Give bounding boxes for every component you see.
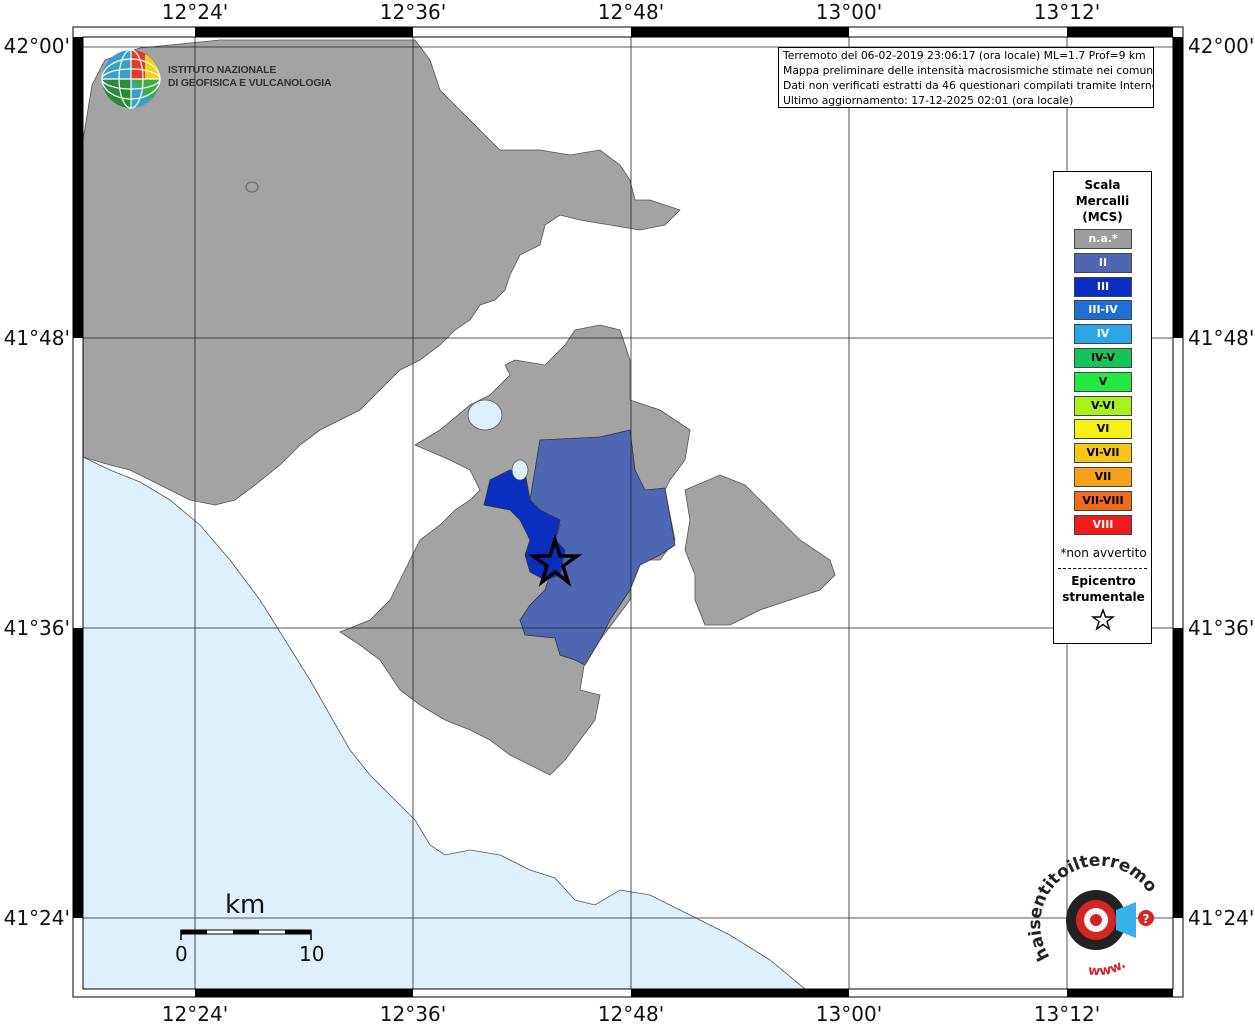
legend-items: n.a.* II III III-IV IV IV-V V V-VI VI VI-VII VII VI… [1074, 229, 1132, 538]
legend-item-11: VII-VIII [1074, 490, 1132, 511]
lon-label-bottom-5: 13°12' [1033, 1002, 1101, 1026]
ingv-globe-logo [101, 49, 161, 109]
scale-bar-graphic [180, 929, 312, 940]
legend-item-4: IV [1074, 324, 1132, 345]
lon-label-top-2: 12°36' [379, 0, 447, 24]
legend-title-line1: Scala [1084, 178, 1121, 192]
legend-item-7: V-VI [1074, 395, 1132, 416]
legend-separator [1058, 568, 1147, 569]
lat-label-left-4: 41°24' [3, 906, 70, 930]
lon-label-top-3: 12°48' [597, 0, 665, 24]
event-info-line2: Mappa preliminare delle intensità macros… [783, 64, 1153, 77]
scale-unit: km [225, 890, 266, 920]
lake-albano [467, 399, 503, 431]
legend-item-9: VI-VII [1074, 443, 1132, 464]
legend-star-icon [1091, 608, 1115, 631]
ingv-name-line1: ISTITUTO NAZIONALE [168, 64, 277, 76]
lon-label-bottom-3: 12°48' [597, 1002, 665, 1026]
event-info-line4: Ultimo aggiornamento: 17-12-2025 02:01 (… [783, 94, 1074, 107]
svg-text:www.: www. [1088, 957, 1129, 979]
lon-label-bottom-4: 13°00' [815, 1002, 883, 1026]
legend-item-0: n.a.* [1074, 229, 1132, 249]
legend-epicentre-line2: strumentale [1062, 590, 1145, 604]
scale-start-label: 0 [175, 942, 188, 966]
lat-label-right-2: 41°48' [1188, 326, 1255, 350]
legend-item-12: VIII [1074, 514, 1132, 535]
ingv-name-line2: DI GEOFISICA E VULCANOLOGIA [168, 77, 332, 89]
legend-item-5: IV-V [1074, 347, 1132, 368]
legend-item-3: III-IV [1074, 300, 1132, 321]
legend-item-10: VII [1074, 466, 1132, 487]
lon-label-top-1: 12°24' [161, 0, 229, 24]
hai-sentito-url: www. [1088, 957, 1129, 979]
mcs-legend: Scala Mercalli (MCS) n.a.* II III III-IV IV I… [1053, 171, 1152, 644]
lon-label-top-5: 13°12' [1033, 0, 1101, 24]
hai-sentito-logo: haisentitoilterremoto.it www. ? [1028, 852, 1161, 979]
legend-item-6: V [1074, 371, 1132, 392]
legend-item-2: III [1074, 276, 1132, 297]
legend-title-line3: (MCS) [1082, 210, 1123, 224]
scale-end-label: 10 [299, 942, 325, 966]
lat-label-right-3: 41°36' [1188, 616, 1255, 640]
lat-label-left-2: 41°48' [3, 326, 70, 350]
legend-title: Scala Mercalli (MCS) [1054, 177, 1151, 225]
legend-item-1: II [1074, 252, 1132, 273]
lon-label-top-4: 13°00' [815, 0, 883, 24]
legend-epicentre-line1: Epicentro [1071, 574, 1136, 588]
scale-bar: km 0 10 [165, 890, 325, 970]
lake-nemi [511, 459, 529, 481]
islet [245, 181, 259, 193]
ingv-name: ISTITUTO NAZIONALE DI GEOFISICA E VULCAN… [168, 64, 332, 90]
event-info-line3: Dati non verificati estratti da 46 quest… [783, 79, 1153, 92]
event-info-box: Terremoto del 06-02-2019 23:06:17 (ora l… [778, 47, 1154, 108]
lon-label-bottom-2: 12°36' [379, 1002, 447, 1026]
legend-epicentre-label: Epicentro strumentale [1054, 573, 1153, 605]
svg-text:?: ? [1143, 912, 1150, 926]
lat-label-right-4: 41°24' [1188, 906, 1255, 930]
legend-title-line2: Mercalli [1075, 194, 1130, 208]
lon-label-bottom-1: 12°24' [161, 1002, 229, 1026]
event-info-line1: Terremoto del 06-02-2019 23:06:17 (ora l… [783, 49, 1146, 62]
lat-label-left-1: 42°00' [3, 34, 70, 58]
lat-label-right-1: 42°00' [1188, 34, 1255, 58]
legend-note: *non avvertito [1060, 546, 1147, 560]
lat-label-left-3: 41°36' [3, 616, 70, 640]
legend-item-8: VI [1074, 419, 1132, 440]
